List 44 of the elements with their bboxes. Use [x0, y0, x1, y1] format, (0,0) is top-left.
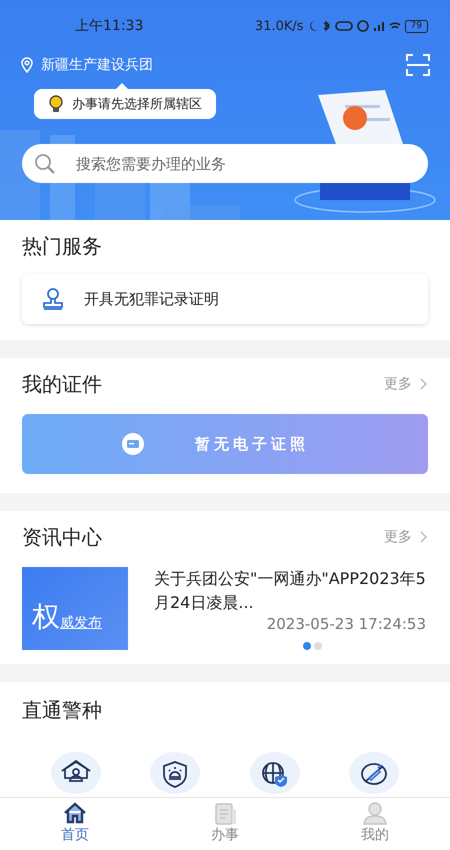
chevron-right-icon: [420, 378, 428, 390]
status-time: 上午11:33: [75, 17, 144, 35]
user-icon: [362, 801, 388, 826]
section-title: 直通警种: [22, 696, 102, 724]
news-thumbnail[interactable]: 权威发布: [22, 567, 128, 650]
more-link[interactable]: 更多: [384, 528, 428, 546]
location-selector[interactable]: 新疆生产建设兵团: [20, 56, 153, 74]
battery-indicator: 79: [404, 20, 428, 32]
tooltip-text: 办事请先选择所属辖区: [72, 96, 202, 113]
search-field[interactable]: 搜索您需要办理的业务: [22, 144, 428, 183]
section-title: 资讯中心: [22, 524, 102, 550]
police-service-button[interactable]: [250, 752, 300, 794]
scan-icon[interactable]: [406, 54, 430, 76]
network-speed: 31.0K/s: [254, 18, 304, 34]
lightbulb-icon: [48, 95, 64, 113]
moon-icon: [308, 20, 318, 32]
stamp-icon: [40, 287, 66, 311]
tab[interactable]: 我的: [300, 798, 450, 850]
thumbnail-text: 威发布: [60, 614, 102, 632]
news-time: 2023-05-23 17:24:53: [266, 615, 426, 633]
page-dot[interactable]: [314, 642, 322, 650]
more-link[interactable]: 更多: [384, 375, 428, 393]
police-service-button[interactable]: [150, 752, 200, 794]
tab[interactable]: 办事: [150, 798, 300, 850]
pill-icon: [334, 21, 353, 31]
card-icon: [121, 433, 145, 455]
police-service-button[interactable]: [349, 752, 400, 794]
empty-message: 暂无电子证照: [195, 434, 309, 454]
page-dot[interactable]: [303, 642, 311, 650]
section-title: 热门服务: [22, 232, 102, 260]
home-icon: [62, 801, 88, 826]
chevron-right-icon: [420, 531, 428, 543]
signal-icon: [372, 20, 385, 32]
bluetooth-icon: [322, 20, 331, 32]
service-label: 开具无犯罪记录证明: [84, 290, 219, 308]
alarm-icon: [356, 20, 369, 32]
wifi-icon: [388, 21, 401, 31]
thumbnail-text: 权: [32, 602, 60, 632]
section-title: 我的证件: [22, 370, 102, 398]
police-service-button[interactable]: [50, 752, 101, 794]
tab[interactable]: 首页: [0, 798, 150, 850]
news-title[interactable]: 关于兵团公安"一网通办"APP2023年5月24日凌晨...: [154, 567, 426, 615]
service-card[interactable]: 开具无犯罪记录证明: [22, 274, 428, 324]
location-pin-icon: [20, 57, 34, 73]
